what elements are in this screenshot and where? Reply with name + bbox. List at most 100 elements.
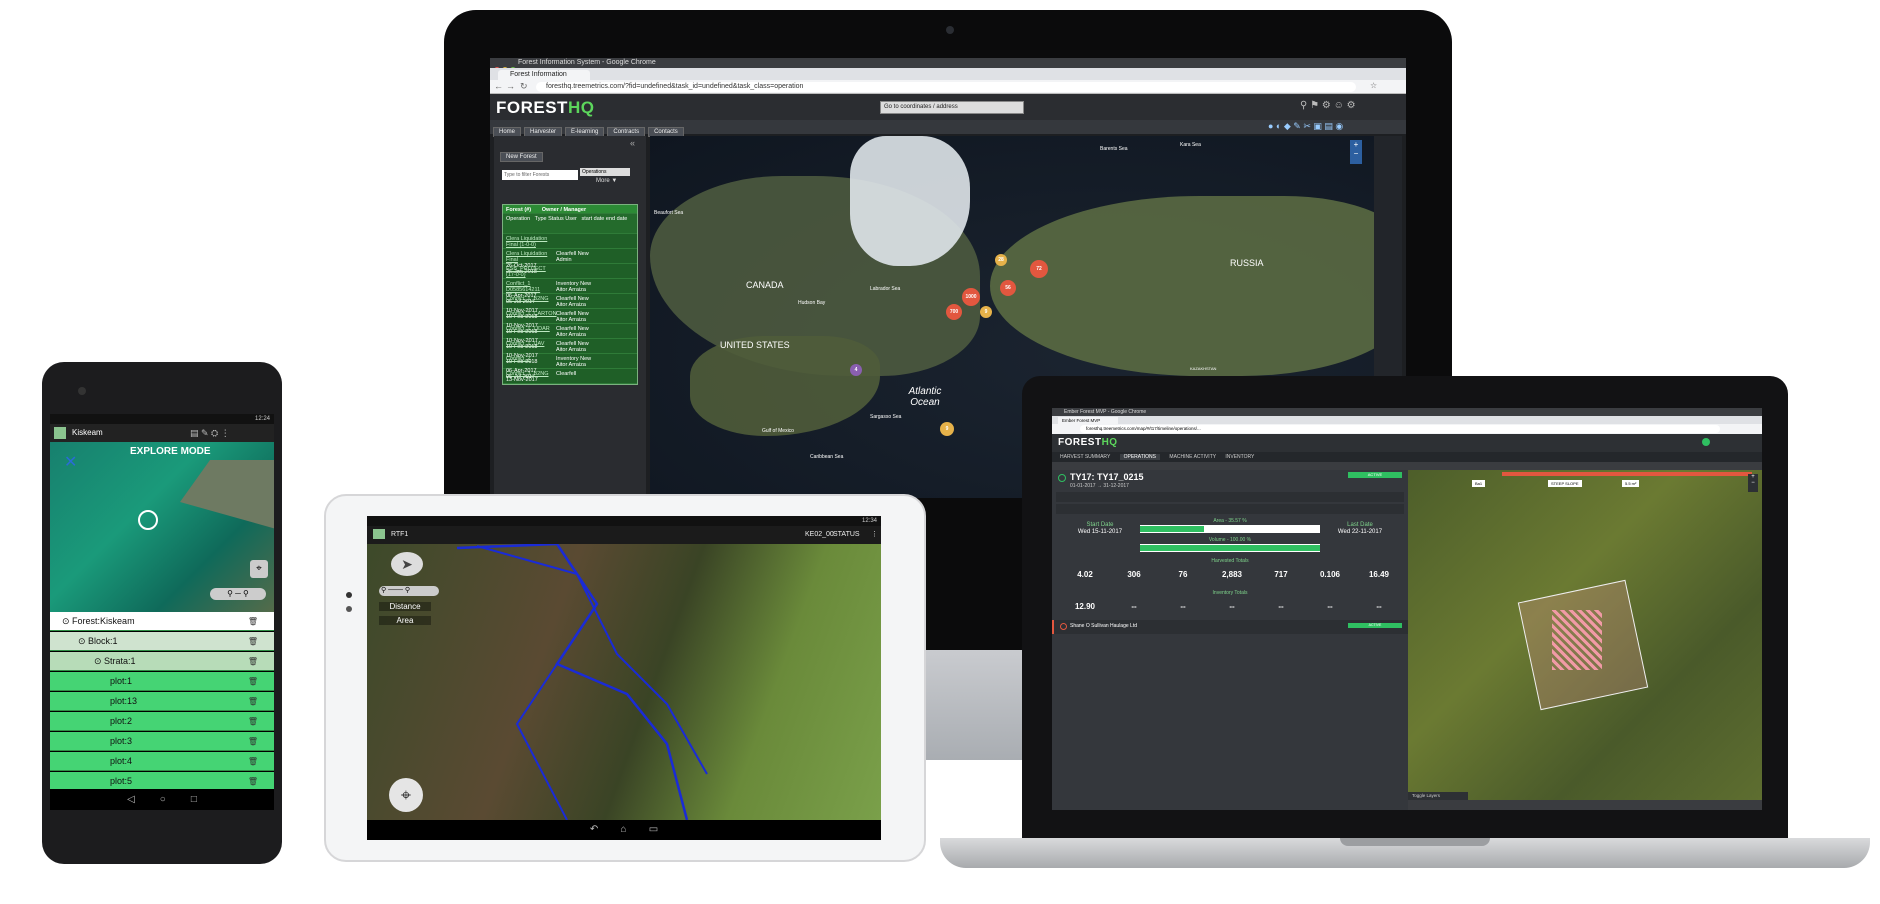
col-forest: Forest (#) xyxy=(506,207,532,213)
delete-icon[interactable]: 🗑 xyxy=(248,692,258,711)
home-nav-icon[interactable]: ○ xyxy=(160,794,166,805)
recents-nav-icon[interactable]: ▭ xyxy=(649,824,658,835)
forward-icon[interactable]: → xyxy=(506,81,515,91)
forest-link[interactable]: Clera Liquidation Final (1-0-0) xyxy=(506,236,556,248)
reload-icon[interactable]: ↻ xyxy=(520,81,528,92)
forest-link[interactable]: Conflict_1 D0585614211 xyxy=(506,281,556,293)
forest-table-row[interactable]: Conflict_3_B2NG Clearfell13-Nov-2017 xyxy=(503,369,637,384)
toggle-layers-button[interactable]: Toggle Layers xyxy=(1408,792,1468,800)
distance-button[interactable]: Distance xyxy=(379,602,431,611)
tree-item[interactable]: ⊙ Block:1 🗑 xyxy=(50,632,274,651)
cluster-marker[interactable]: 4 xyxy=(850,364,862,376)
cluster-marker[interactable]: 28 xyxy=(995,254,1007,266)
forest-table-row[interactable]: ESB_PROJECT (17-0-0) xyxy=(503,264,637,279)
tablet-menu-icon[interactable]: ⋮ xyxy=(871,526,878,544)
laptop-url-field[interactable]: foresthq.treemetrics.com/map/#/t17/timel… xyxy=(1080,425,1720,433)
app-logo[interactable]: FORESTHQ xyxy=(496,98,594,118)
forest-table-row[interactable]: Conflict_1_UAV Clearfell New Aitor Arraiz… xyxy=(503,339,637,365)
label-hudson: Hudson Bay xyxy=(798,300,826,306)
new-forest-button[interactable]: New Forest xyxy=(500,152,543,162)
star-icon[interactable]: ☆ xyxy=(1370,81,1377,90)
home-nav-icon[interactable]: ⌂ xyxy=(620,824,626,835)
laptop-browser-tab[interactable]: Ember Forest MVP xyxy=(1058,417,1118,424)
forest-table-row[interactable]: Conflict_1 D0585614211Inventory New Aito… xyxy=(503,279,637,305)
gps-icon[interactable]: ⌖ xyxy=(250,560,268,578)
cluster-marker[interactable]: 9 xyxy=(980,306,992,318)
forest-link[interactable]: Conflict_1_LIDAR xyxy=(506,326,556,332)
tree-item[interactable]: plot:2 🗑 xyxy=(50,712,274,731)
forest-table-row[interactable]: Conflict_1_B2NG Clearfell New Aitor Arrai… xyxy=(503,294,637,320)
collapse-icon[interactable]: « xyxy=(630,138,635,148)
header-tool-icons[interactable]: ⚲ ⚑ ⚙ ☺ ⚙ xyxy=(1300,100,1356,111)
coordinates-search[interactable]: Go to coordinates / address xyxy=(880,101,1024,114)
forest-filter-input[interactable]: Type to filter Forests xyxy=(502,170,578,180)
laptop-map[interactable]: Ba1 STEEP SLOPE 5.5 m² Toggle Layers + − xyxy=(1408,470,1762,800)
cluster-marker[interactable]: 700 xyxy=(946,304,962,320)
delete-icon[interactable]: 🗑 xyxy=(248,712,258,731)
tree-item[interactable]: plot:1 🗑 xyxy=(50,672,274,691)
delete-icon[interactable]: 🗑 xyxy=(248,632,258,651)
filter-row-2[interactable] xyxy=(1056,504,1404,514)
forest-table-row[interactable]: Clera Liquidation Final (1-0-0) xyxy=(503,234,637,249)
phone-toolbar-icons[interactable]: ▤ ✎ ⛭ ⋮ xyxy=(190,424,230,442)
url-field[interactable]: foresthq.treemetrics.com/?fid=undefined&… xyxy=(536,82,1356,92)
tree-item[interactable]: plot:3 🗑 xyxy=(50,732,274,751)
cluster-marker[interactable]: 9 xyxy=(940,422,954,436)
forest-link[interactable]: Conflict_1_B2NG xyxy=(506,296,556,302)
laptop-logo[interactable]: FORESTHQ xyxy=(1058,437,1118,448)
filter-select[interactable]: Operations xyxy=(580,168,630,176)
contractor-name: Shane O Sullivan Haulage Ltd xyxy=(1070,623,1137,629)
zoom-control[interactable]: + − xyxy=(1350,140,1362,164)
back-icon[interactable]: ← xyxy=(494,81,503,91)
menu-operations[interactable]: OPERATIONS xyxy=(1119,454,1161,460)
cluster-marker[interactable]: 72 xyxy=(1030,260,1048,278)
tablet-status-button[interactable]: STATUS xyxy=(833,526,860,544)
tree-item[interactable]: plot:4 🗑 xyxy=(50,752,274,771)
forest-table-row[interactable]: Conflict_2 Inventory New Aitor Arraiza06-… xyxy=(503,354,637,380)
tree-item[interactable]: plot:13 🗑 xyxy=(50,692,274,711)
status-dot-icon xyxy=(1058,474,1066,482)
forest-table-row[interactable]: Conflict_1_LIDAR Clearfell New Aitor Arra… xyxy=(503,324,637,350)
recents-nav-icon[interactable]: □ xyxy=(191,794,197,805)
delete-icon[interactable]: 🗑 xyxy=(248,612,258,631)
forest-link[interactable]: Clera Liquidation Final xyxy=(506,251,556,263)
crosshair-icon[interactable] xyxy=(138,510,158,530)
phone-app-bar: Kiskeam ▤ ✎ ⛭ ⋮ xyxy=(50,424,274,442)
tablet-plot-id[interactable]: KE02_00 xyxy=(805,526,834,544)
forest-table-row[interactable]: Conflict_1_CARTONClearfell New Aitor Arr… xyxy=(503,309,637,335)
delete-icon[interactable]: 🗑 xyxy=(248,732,258,751)
browser-tab[interactable]: Forest Information xyxy=(498,70,590,80)
label-sargasso: Sargasso Sea xyxy=(870,414,902,420)
forest-link[interactable]: Conflict_2 xyxy=(506,356,556,362)
back-nav-icon[interactable]: ↶ xyxy=(590,824,598,835)
menu-harvest-summary[interactable]: HARVEST SUMMARY xyxy=(1060,454,1110,460)
filter-row[interactable] xyxy=(1056,492,1404,502)
locate-icon[interactable]: ⌖ xyxy=(389,778,423,812)
compass-icon[interactable]: ➤ xyxy=(391,552,423,576)
forest-table-row[interactable]: Clera Liquidation FinalClearfell New Adm… xyxy=(503,249,637,275)
phone-map[interactable]: EXPLORE MODE ✕ ⌖ ⚲ ─ ⚲ xyxy=(50,442,274,612)
contractor-row[interactable]: Shane O Sullivan Haulage Ltd ACTIVE xyxy=(1052,620,1408,634)
cluster-marker[interactable]: 56 xyxy=(1000,280,1016,296)
phone-zoom-control[interactable]: ⚲ ─ ⚲ xyxy=(210,588,266,600)
delete-icon[interactable]: 🗑 xyxy=(248,672,258,691)
delete-icon[interactable]: 🗑 xyxy=(248,752,258,771)
delete-icon[interactable]: 🗑 xyxy=(248,652,258,671)
area-button[interactable]: Area xyxy=(379,616,431,625)
forest-link[interactable]: Conflict_1_UAV xyxy=(506,341,556,347)
tree-item[interactable]: ⊙ Forest:Kiskeam 🗑 xyxy=(50,612,274,631)
laptop-zoom-control[interactable]: + − xyxy=(1748,474,1758,492)
more-button[interactable]: More ▼ xyxy=(596,178,617,184)
back-nav-icon[interactable]: ◁ xyxy=(127,794,135,805)
forest-link[interactable]: ESB_PROJECT (17-0-0) xyxy=(506,266,556,278)
tree-item[interactable]: ⊙ Strata:1 🗑 xyxy=(50,652,274,671)
user-avatar[interactable] xyxy=(1702,438,1710,446)
menu-inventory[interactable]: INVENTORY xyxy=(1225,454,1254,460)
cluster-marker[interactable]: 1000 xyxy=(962,288,980,306)
laptop-url-row: foresthq.treemetrics.com/map/#/t17/timel… xyxy=(1052,424,1762,434)
zoom-slider[interactable]: ⚲ ─── ⚲ xyxy=(379,586,439,596)
menu-machine-activity[interactable]: MACHINE ACTIVITY xyxy=(1169,454,1216,460)
tablet-aerial-map[interactable]: ➤ ⚲ ─── ⚲ Distance Area ⌖ xyxy=(367,544,881,820)
forest-link[interactable]: Conflict_1_CARTON xyxy=(506,311,557,317)
map-toolbar-icons[interactable]: ● ◐ ◆ ✎ ✂ ▣ ▤ ◉ xyxy=(1268,121,1343,132)
